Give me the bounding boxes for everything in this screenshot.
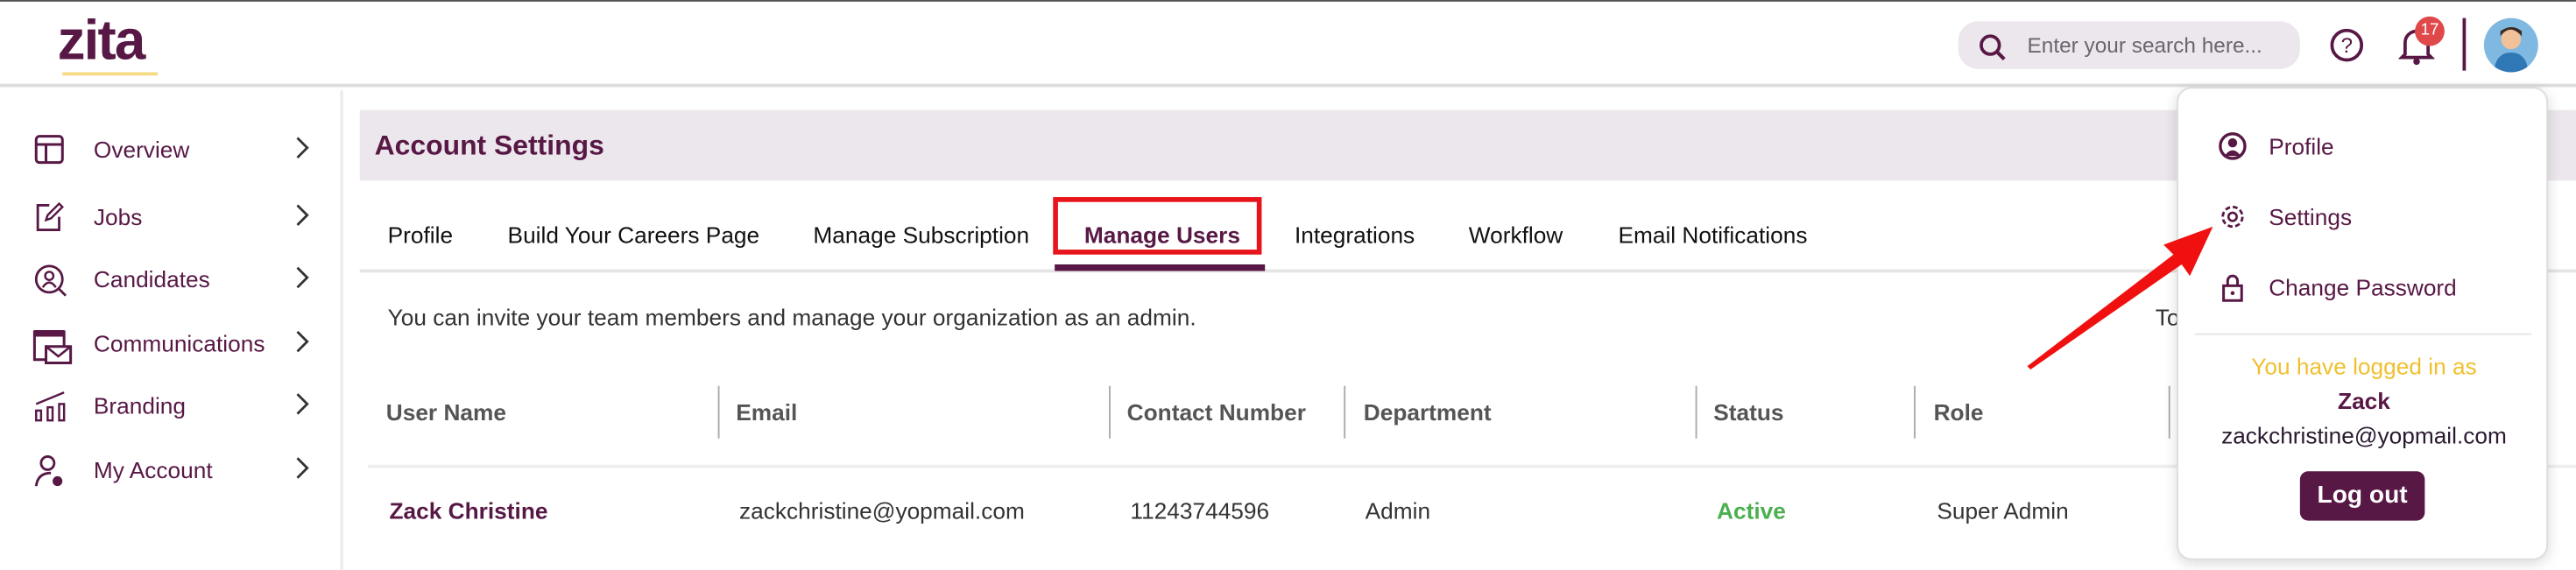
column-header-status: Status [1713,398,1784,426]
menu-item-label: Profile [2269,132,2334,159]
page-title: Account Settings [374,130,604,161]
svg-text:?: ? [2341,34,2354,58]
edit-icon [36,201,64,231]
sidebar-item-my-account[interactable]: My Account [30,452,317,491]
contact-cell: 11243744596 [1130,497,1270,524]
layout-icon [34,135,64,165]
chevron-right-icon [296,204,309,226]
tab-workflow[interactable]: Workflow [1469,222,1563,248]
logout-button[interactable]: Log out [2299,471,2425,521]
tab-email-notifications[interactable]: Email Notifications [1618,222,1807,248]
sidebar-item-label: Overview [93,136,190,163]
column-separator[interactable] [717,385,720,439]
tab-manage-subscription[interactable]: Manage Subscription [813,222,1029,248]
menu-item-settings[interactable]: Settings [2218,199,2514,235]
tab-profile[interactable]: Profile [388,222,453,248]
sidebar-item-label: Jobs [93,203,143,230]
menu-divider [2194,333,2532,335]
search-placeholder: Enter your search here... [2027,32,2262,58]
sidebar-item-overview[interactable]: Overview [30,131,317,171]
tab-integrations[interactable]: Integrations [1295,222,1415,248]
sidebar-item-jobs[interactable]: Jobs [30,199,317,238]
column-header-contact: Contact Number [1126,398,1306,426]
chevron-right-icon [296,393,309,415]
description-text: You can invite your team members and man… [387,303,1196,330]
logged-in-user-email: zackchristine@yopmail.com [2221,422,2507,449]
user-avatar[interactable] [2483,18,2538,73]
column-header-department: Department [1363,398,1492,426]
menu-item-profile[interactable]: Profile [2218,128,2514,164]
column-header-user-name: User Name [385,398,506,426]
chevron-right-icon [296,266,309,289]
email-cell: zackchristine@yopmail.com [739,497,1025,524]
column-separator[interactable] [1344,385,1346,439]
role-cell: Super Admin [1937,497,2069,524]
search-icon [1980,34,2006,60]
user-gear-icon [34,455,63,487]
search-input[interactable]: Enter your search here... [1958,21,2300,69]
menu-item-change-password[interactable]: Change Password [2218,270,2514,306]
logged-in-label: You have logged in as [2251,353,2477,380]
user-dropdown-menu: Profile Settings Change Password You hav… [2177,87,2549,560]
column-separator[interactable] [1109,385,1111,439]
logged-in-user-name: Zack [2338,387,2390,414]
candidate-search-icon [34,264,67,297]
sidebar-item-branding[interactable]: Branding [30,388,317,427]
sidebar-item-label: Branding [93,392,187,419]
tab-build-careers-page[interactable]: Build Your Careers Page [508,222,760,248]
sidebar-item-label: Candidates [93,265,210,292]
help-icon[interactable]: ? [2330,28,2364,62]
notification-badge: 17 [2415,16,2445,46]
chart-icon [35,391,66,422]
column-separator[interactable] [1695,385,1697,439]
menu-item-label: Change Password [2269,274,2457,301]
logo-underline [62,72,159,76]
department-cell: Admin [1365,497,1431,524]
menu-item-label: Settings [2269,203,2353,230]
user-circle-icon [2219,132,2247,160]
header-divider [2462,18,2467,71]
zita-logo[interactable]: zita [58,10,146,74]
active-tab-underline [1055,264,1266,271]
sidebar: Overview Jobs Candidates Communications … [0,90,344,570]
red-arrow-annotation [2027,226,2213,370]
user-name-cell[interactable]: Zack Christine [390,497,548,524]
status-badge: Active [1717,497,1786,524]
column-header-email: Email [736,398,798,426]
sidebar-item-candidates[interactable]: Candidates [30,261,317,300]
sidebar-item-communications[interactable]: Communications [30,325,317,365]
sidebar-item-label: Communications [93,329,265,357]
column-header-role: Role [1933,398,1984,426]
calendar-mail-icon [32,329,73,365]
chevron-right-icon [296,137,309,159]
sidebar-item-label: My Account [93,456,213,483]
highlight-box [1053,197,1262,255]
column-separator[interactable] [1914,385,1916,439]
column-separator[interactable] [2168,385,2170,439]
chevron-right-icon [296,330,309,353]
chevron-right-icon [296,457,309,479]
